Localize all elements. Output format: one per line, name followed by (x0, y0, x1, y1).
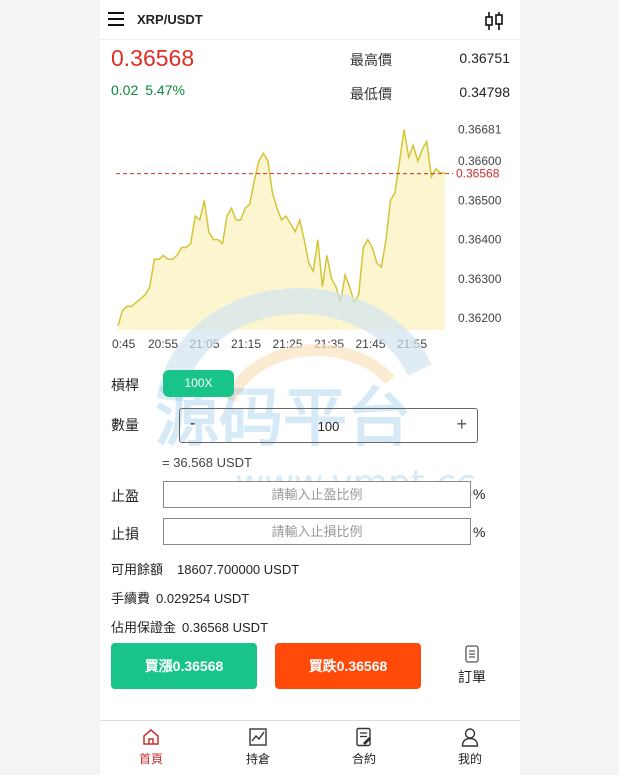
x-tick-label: 21:25 (272, 337, 302, 351)
low-value: 0.34798 (459, 84, 510, 100)
home-icon (143, 729, 159, 745)
available-label: 可用餘額 (111, 562, 164, 577)
x-tick-label: 21:15 (231, 337, 261, 351)
pair-title: XRP/USDT (137, 12, 203, 27)
y-tick-label: 0.36681 (458, 122, 502, 136)
nav-item-contract[interactable]: 合約 (329, 727, 399, 767)
fee-value: 0.029254 USDT (156, 591, 250, 606)
buy-short-button[interactable]: 買跌0.36568 (275, 643, 421, 689)
nav-label-contract: 合約 (351, 752, 376, 766)
last-price: 0.36568 (111, 45, 195, 71)
nav-label-home: 首頁 (138, 752, 163, 766)
fee-label: 手續費 (111, 591, 151, 606)
change-pct: 5.47% (145, 82, 185, 98)
stop-loss-input[interactable]: 請輸入止損比例 (163, 518, 471, 545)
candlestick-icon[interactable] (482, 9, 506, 33)
stop-loss-percent: % (473, 524, 486, 540)
x-tick-label: 21:45 (355, 337, 385, 351)
take-profit-label: 止盈 (111, 488, 139, 504)
quantity-label: 數量 (111, 417, 139, 433)
top-bar: XRP/USDT (100, 0, 520, 40)
bottom-nav: 首頁 持倉 合約 我的 (100, 720, 520, 775)
quantity-value[interactable]: 100 (220, 419, 437, 434)
quantity-stepper: - 100 + (179, 408, 478, 443)
high-label: 最高價 (350, 52, 392, 68)
take-profit-percent: % (473, 486, 486, 502)
available-balance: 可用餘額 18607.700000 USDT (111, 559, 299, 578)
high-value: 0.36751 (459, 50, 510, 66)
trading-app: XRP/USDT 0.36568 0.02 5.47% 最高價 0.36751 最… (100, 0, 520, 775)
x-tick-label: 21:55 (397, 337, 427, 351)
price-change: 0.02 5.47% (111, 82, 192, 98)
y-tick-label: 0.36600 (458, 154, 502, 168)
menu-icon[interactable] (108, 12, 124, 26)
y-tick-label: 0.36400 (458, 233, 502, 247)
buy-long-button[interactable]: 買漲0.36568 (111, 643, 257, 689)
price-chart: 0.36568 0.36681 0.36600 0.36500 0.36400 0.363… (112, 122, 502, 351)
contract-icon (356, 727, 371, 747)
leverage-label: 槓桿 (111, 377, 139, 393)
y-tick-label: 0.36200 (458, 311, 502, 325)
low-label: 最低價 (350, 86, 392, 102)
nav-label-profile: 我的 (457, 752, 482, 766)
x-tick-label: 0:45 (112, 337, 136, 351)
fee-row: 手續費 0.029254 USDT (111, 588, 249, 607)
x-tick-label: 21:05 (189, 337, 219, 351)
stop-loss-label: 止損 (111, 526, 139, 542)
quantity-equivalent: = 36.568 USDT (162, 455, 252, 470)
x-tick-label: 20:55 (148, 337, 178, 351)
change-abs: 0.02 (111, 82, 139, 98)
chart-icon (249, 728, 267, 746)
price-area (118, 129, 445, 330)
margin-value: 0.36568 USDT (182, 620, 269, 635)
take-profit-input[interactable]: 請輸入止盈比例 (163, 481, 471, 508)
increment-button[interactable]: + (456, 414, 467, 435)
x-tick-label: 21:35 (314, 337, 344, 351)
nav-item-home[interactable]: 首頁 (116, 727, 186, 767)
user-icon (461, 728, 479, 747)
margin-label: 佔用保證金 (111, 620, 177, 635)
orders-label: 訂單 (458, 669, 486, 685)
document-icon (465, 645, 479, 663)
nav-item-profile[interactable]: 我的 (435, 727, 505, 767)
current-price-label: 0.36568 (456, 167, 500, 181)
y-tick-label: 0.36500 (458, 193, 502, 207)
nav-item-positions[interactable]: 持倉 (223, 727, 293, 767)
decrement-button[interactable]: - (190, 415, 195, 433)
available-value: 18607.700000 USDT (177, 562, 300, 577)
nav-label-positions: 持倉 (245, 752, 270, 766)
orders-button[interactable]: 訂單 (445, 643, 499, 691)
y-tick-label: 0.36300 (458, 272, 502, 286)
leverage-button[interactable]: 100X (163, 370, 234, 397)
margin-row: 佔用保證金 0.36568 USDT (111, 617, 268, 636)
